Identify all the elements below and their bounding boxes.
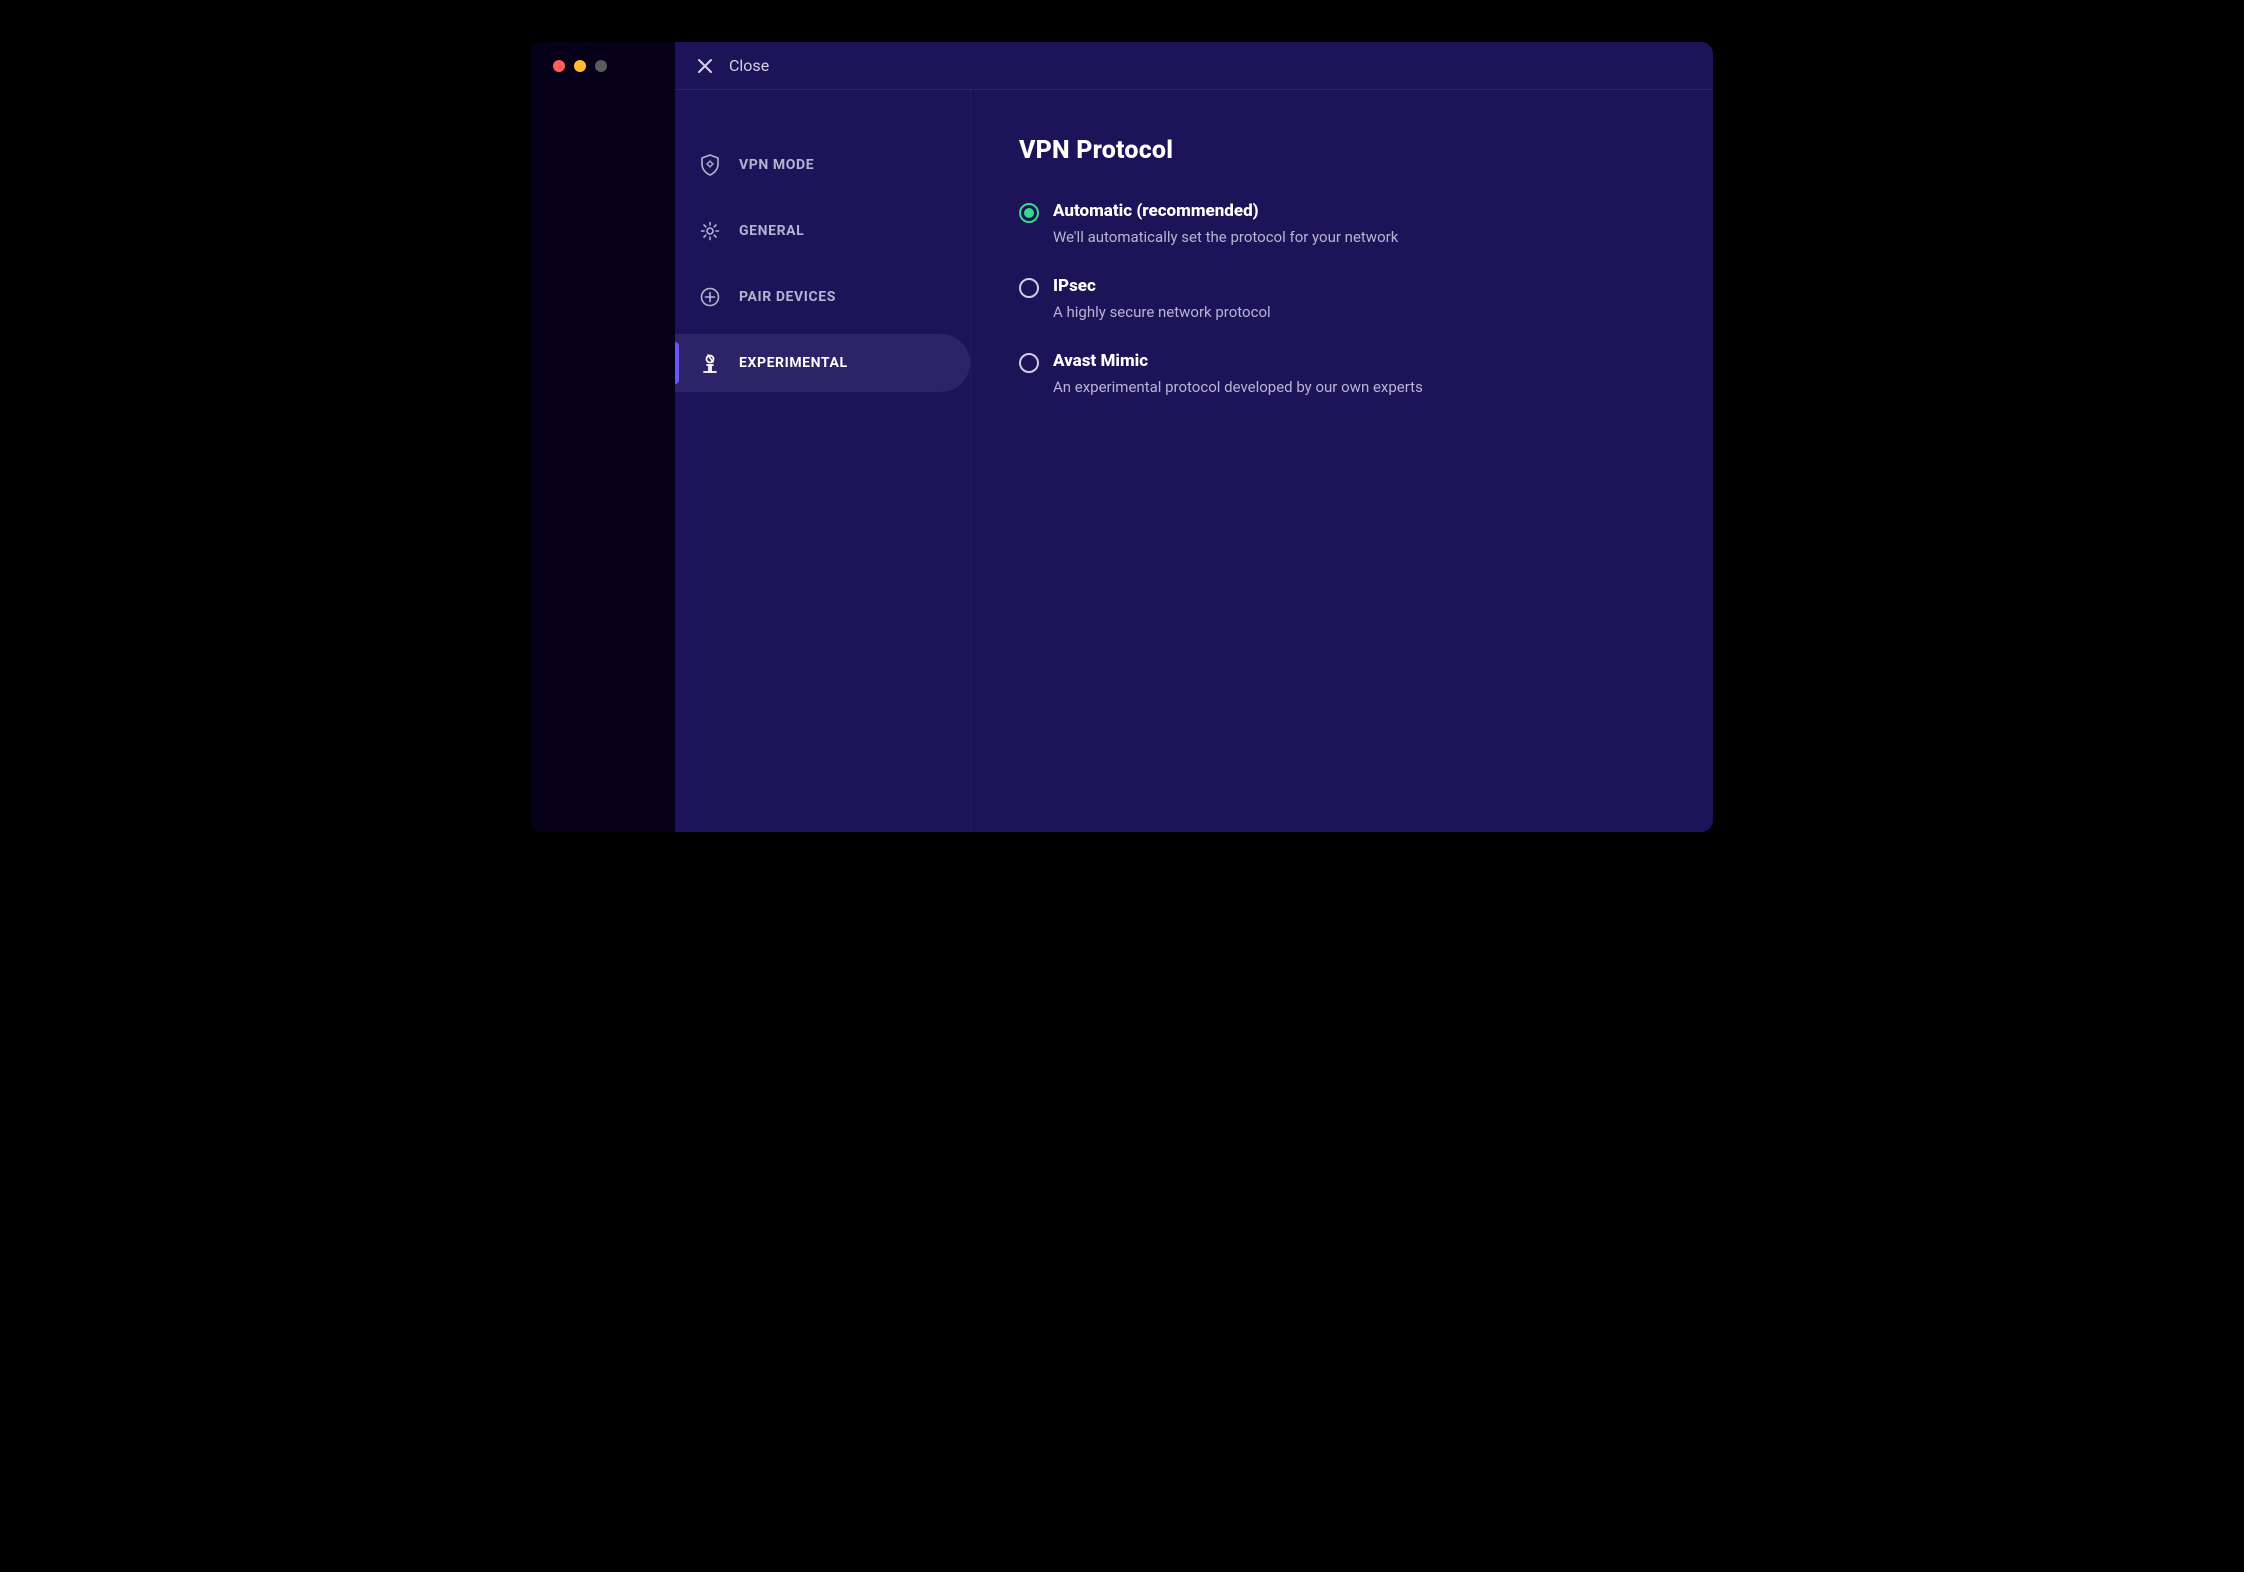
sidebar-item-experimental[interactable]: EXPERIMENTAL bbox=[675, 334, 970, 392]
protocol-option-ipsec[interactable]: IPsec A highly secure network protocol bbox=[1019, 276, 1673, 323]
sidebar-item-label: GENERAL bbox=[739, 223, 804, 239]
option-desc: An experimental protocol developed by ou… bbox=[1053, 377, 1423, 398]
option-desc: We'll automatically set the protocol for… bbox=[1053, 227, 1398, 248]
experiment-icon bbox=[699, 352, 721, 374]
main-panel: VPN Protocol Automatic (recommended) We'… bbox=[971, 90, 1713, 832]
radio-icon[interactable] bbox=[1019, 203, 1039, 223]
traffic-lights bbox=[553, 60, 675, 72]
option-title: IPsec bbox=[1053, 276, 1271, 296]
content-row: VPN MODE GENERAL bbox=[675, 90, 1713, 832]
gear-icon bbox=[699, 220, 721, 242]
page-title: VPN Protocol bbox=[1019, 136, 1673, 165]
radio-icon[interactable] bbox=[1019, 353, 1039, 373]
protocol-option-mimic[interactable]: Avast Mimic An experimental protocol dev… bbox=[1019, 351, 1673, 398]
option-desc: A highly secure network protocol bbox=[1053, 302, 1271, 323]
close-button-label[interactable]: Close bbox=[729, 56, 769, 75]
sidebar: VPN MODE GENERAL bbox=[675, 90, 971, 832]
plus-circle-icon bbox=[699, 286, 721, 308]
app-area: Close VPN MODE bbox=[675, 42, 1713, 832]
protocol-option-automatic[interactable]: Automatic (recommended) We'll automatica… bbox=[1019, 201, 1673, 248]
window-chrome-strip bbox=[531, 42, 675, 832]
radio-icon[interactable] bbox=[1019, 278, 1039, 298]
traffic-light-minimize[interactable] bbox=[574, 60, 586, 72]
option-text: Automatic (recommended) We'll automatica… bbox=[1053, 201, 1398, 248]
sidebar-item-label: EXPERIMENTAL bbox=[739, 355, 848, 371]
shield-icon bbox=[699, 154, 721, 176]
option-text: Avast Mimic An experimental protocol dev… bbox=[1053, 351, 1423, 398]
sidebar-item-label: VPN MODE bbox=[739, 157, 814, 173]
option-title: Automatic (recommended) bbox=[1053, 201, 1398, 221]
titlebar: Close bbox=[675, 42, 1713, 90]
sidebar-item-vpn-mode[interactable]: VPN MODE bbox=[675, 136, 970, 194]
option-title: Avast Mimic bbox=[1053, 351, 1423, 371]
app-window: Close VPN MODE bbox=[531, 42, 1713, 832]
traffic-light-zoom[interactable] bbox=[595, 60, 607, 72]
traffic-light-close[interactable] bbox=[553, 60, 565, 72]
option-text: IPsec A highly secure network protocol bbox=[1053, 276, 1271, 323]
sidebar-item-label: PAIR DEVICES bbox=[739, 289, 836, 305]
sidebar-item-pair-devices[interactable]: PAIR DEVICES bbox=[675, 268, 970, 326]
close-icon[interactable] bbox=[697, 58, 713, 74]
sidebar-item-general[interactable]: GENERAL bbox=[675, 202, 970, 260]
